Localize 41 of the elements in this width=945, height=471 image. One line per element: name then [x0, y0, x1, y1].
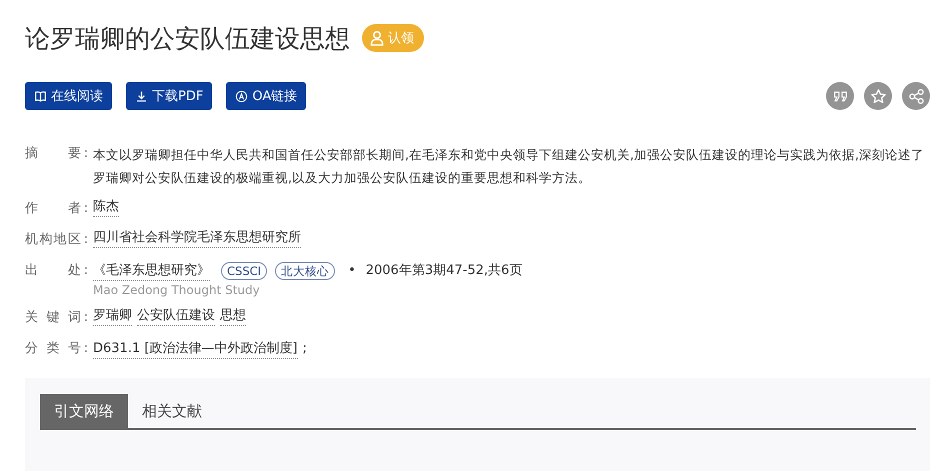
- index-tag: CSSCI: [221, 262, 268, 280]
- action-button[interactable]: 在线阅读: [25, 82, 112, 110]
- field-label: 分类号: [25, 340, 81, 358]
- journal-link[interactable]: 《毛泽东思想研究》: [93, 262, 210, 280]
- field-label: 关键词: [25, 309, 81, 327]
- person-icon: [369, 30, 385, 46]
- separator: •: [348, 262, 356, 280]
- colon: :: [82, 231, 90, 249]
- field-link[interactable]: 罗瑞卿: [93, 307, 132, 326]
- star-icon: [870, 88, 886, 104]
- issue-info: 2006年第3期47-52,共6页: [366, 262, 522, 280]
- colon: :: [82, 340, 90, 358]
- field-label: 出处: [25, 262, 81, 280]
- action-button[interactable]: 下载PDF: [126, 82, 212, 110]
- colon: :: [82, 262, 90, 280]
- colon: :: [82, 145, 90, 163]
- article-title: 论罗瑞卿的公安队伍建设思想: [25, 22, 350, 54]
- book-icon: [34, 90, 47, 102]
- quote-button[interactable]: [826, 82, 854, 110]
- field-label: 机构地区: [25, 231, 81, 249]
- index-tag: 北大核心: [275, 262, 336, 280]
- field-label: 摘要: [25, 145, 81, 163]
- colon: :: [82, 200, 90, 218]
- download-icon: [135, 90, 148, 102]
- action-button[interactable]: OA链接: [226, 82, 306, 110]
- field-link[interactable]: D631.1 [政治法律—中外政治制度]: [93, 340, 298, 358]
- tab[interactable]: 相关文献: [128, 394, 216, 428]
- field-link[interactable]: 思想: [220, 307, 246, 326]
- journal-english-name: Mao Zedong Thought Study: [93, 282, 261, 298]
- share-icon: [908, 88, 924, 104]
- colon: :: [82, 309, 90, 327]
- separator: ;: [302, 340, 307, 358]
- share-button[interactable]: [902, 82, 930, 110]
- field-link[interactable]: 陈杰: [93, 198, 119, 217]
- field-label: 作者: [25, 200, 81, 218]
- abstract-text: 本文以罗瑞卿担任中华人民共和国首任公安部部长期间,在毛泽东和党中央领导下组建公安机关,加强公安队伍建设的理论与实践为依据,深刻论述了罗瑞卿对公安队伍建设的极端重视,以及大力加强公安队伍建设的重要思想和科学方法。: [93, 146, 925, 187]
- field-link[interactable]: 四川省社会科学院毛泽东思想研究所: [93, 229, 301, 248]
- circled-letter-icon: [235, 90, 248, 102]
- field-link[interactable]: 公安队伍建设: [137, 307, 215, 326]
- tab[interactable]: 引文网络: [40, 394, 128, 428]
- star-button[interactable]: [864, 82, 892, 110]
